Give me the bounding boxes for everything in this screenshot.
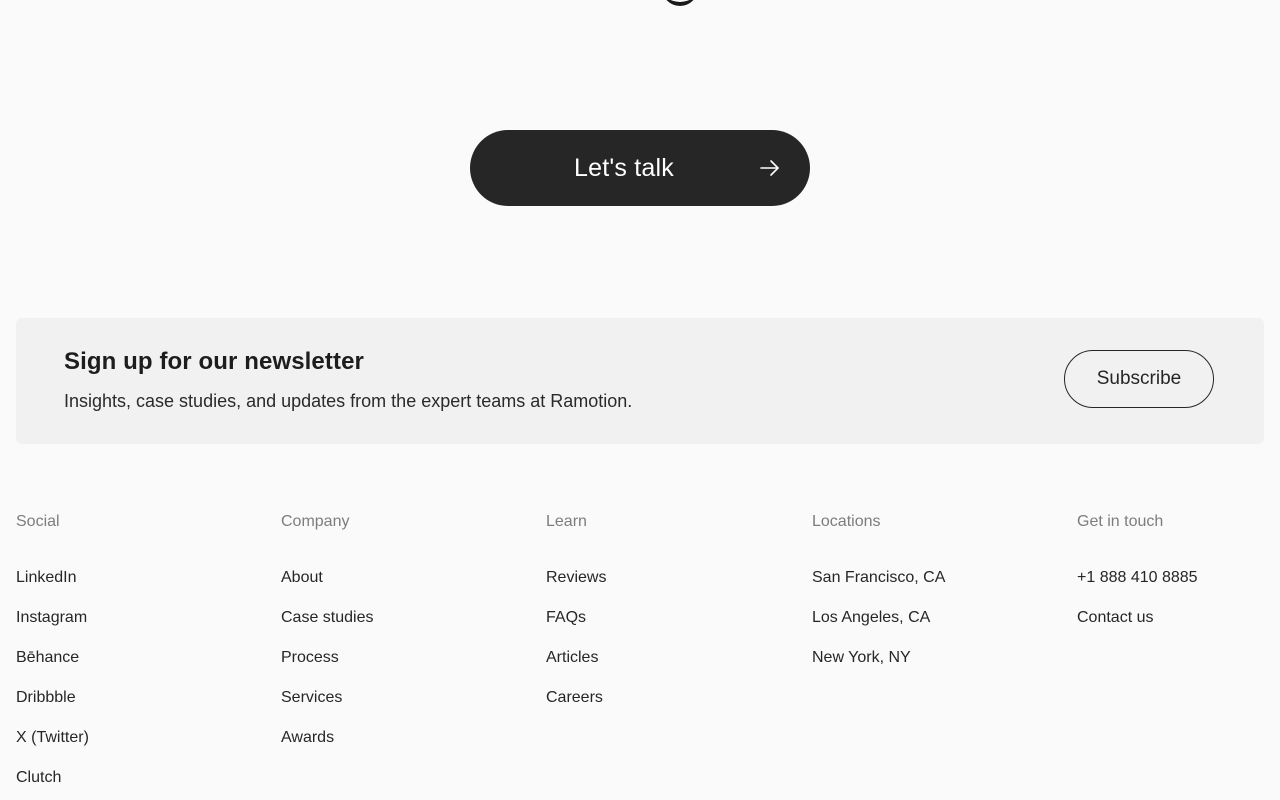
footer-heading-company: Company [281,513,350,530]
footer-link-new-york[interactable]: New York, NY [812,649,911,666]
footer-link-awards[interactable]: Awards [281,729,334,746]
footer-link-careers[interactable]: Careers [546,689,603,706]
page: Let's talk Sign up for our newsletter In… [0,0,1280,800]
footer-link-case-studies[interactable]: Case studies [281,609,374,626]
arrow-right-icon [760,158,780,178]
footer-link-clutch[interactable]: Clutch [16,769,61,786]
footer-link-about[interactable]: About [281,569,323,586]
footer-link-linkedin[interactable]: LinkedIn [16,569,77,586]
footer-link-phone[interactable]: +1 888 410 8885 [1077,569,1198,586]
newsletter-title: Sign up for our newsletter [64,348,364,375]
footer-link-dribbble[interactable]: Dribbble [16,689,76,706]
footer-link-process[interactable]: Process [281,649,339,666]
footer-heading-locations: Locations [812,513,881,530]
footer-column-social: Social LinkedIn Instagram Bēhance Dribbb… [16,512,89,800]
lets-talk-button[interactable]: Let's talk [470,130,810,206]
footer-link-san-francisco[interactable]: San Francisco, CA [812,569,945,586]
footer-heading-contact: Get in touch [1077,513,1164,530]
footer-link-los-angeles[interactable]: Los Angeles, CA [812,609,930,626]
newsletter-description: Insights, case studies, and updates from… [64,391,633,411]
footer-link-contact-us[interactable]: Contact us [1077,609,1153,626]
newsletter-panel: Sign up for our newsletter Insights, cas… [16,318,1264,444]
footer-link-x-twitter[interactable]: X (Twitter) [16,729,89,746]
footer-link-behance[interactable]: Bēhance [16,649,79,666]
decorative-shape [662,0,698,6]
footer-column-locations: Locations San Francisco, CA Los Angeles,… [812,512,945,688]
footer-column-company: Company About Case studies Process Servi… [281,512,374,768]
footer-heading-learn: Learn [546,513,587,530]
subscribe-button[interactable]: Subscribe [1064,350,1214,408]
footer-link-reviews[interactable]: Reviews [546,569,606,586]
footer-column-contact: Get in touch +1 888 410 8885 Contact us [1077,512,1198,648]
footer-heading-social: Social [16,513,60,530]
footer-link-articles[interactable]: Articles [546,649,598,666]
footer-link-faqs[interactable]: FAQs [546,609,586,626]
footer-column-learn: Learn Reviews FAQs Articles Careers [546,512,606,728]
lets-talk-label: Let's talk [574,153,674,182]
footer-link-services[interactable]: Services [281,689,342,706]
footer-link-instagram[interactable]: Instagram [16,609,87,626]
